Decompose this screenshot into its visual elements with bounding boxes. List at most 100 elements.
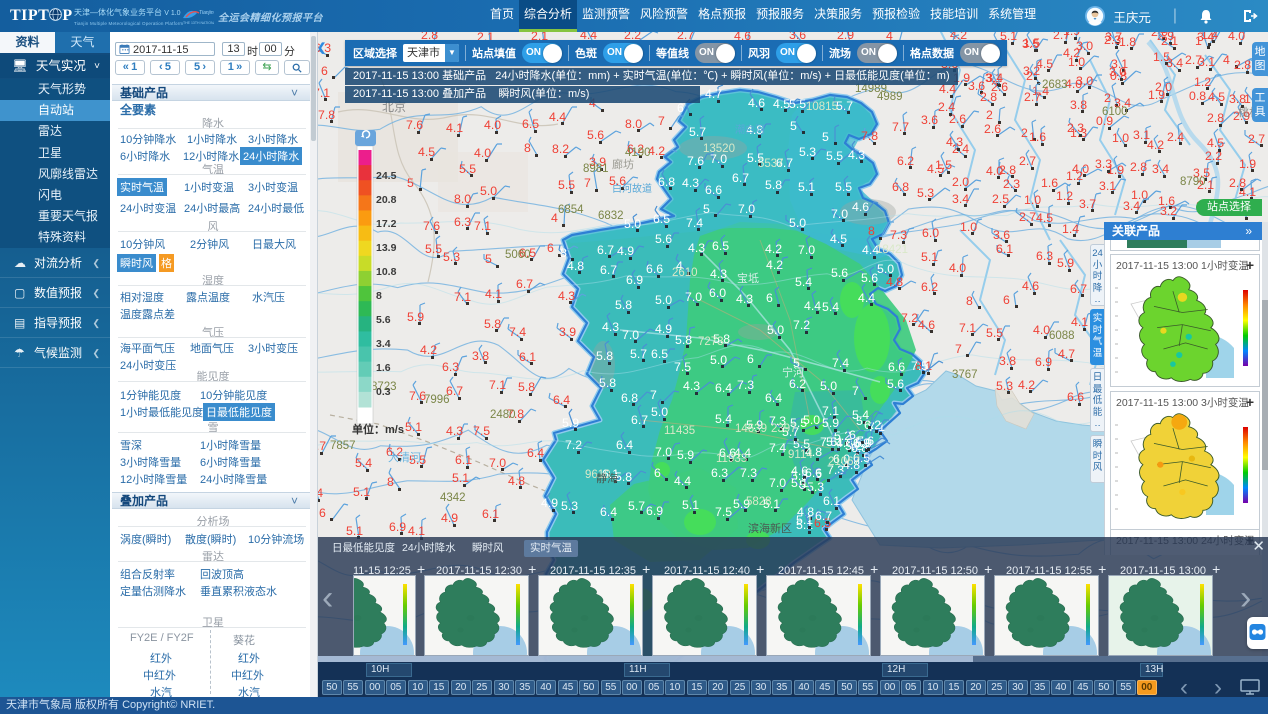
svg-text:5.6: 5.6 <box>887 377 904 391</box>
svg-text:6.3: 6.3 <box>454 215 471 229</box>
svg-text:6088: 6088 <box>1049 330 1075 342</box>
svg-text:17.2: 17.2 <box>376 218 397 230</box>
svg-text:3.4: 3.4 <box>1166 56 1183 70</box>
svg-text:4.5: 4.5 <box>418 145 435 159</box>
svg-text:5.0: 5.0 <box>624 217 641 231</box>
svg-text:6.5: 6.5 <box>712 239 729 253</box>
svg-text:5.1: 5.1 <box>682 498 699 512</box>
svg-text:5.0: 5.0 <box>767 323 784 337</box>
svg-text:14639: 14639 <box>735 423 767 435</box>
svg-text:7.1: 7.1 <box>959 321 976 335</box>
svg-text:6.8: 6.8 <box>658 175 675 189</box>
svg-text:6.1: 6.1 <box>519 350 536 364</box>
svg-text:5.5: 5.5 <box>558 178 575 192</box>
svg-text:6100: 6100 <box>1102 106 1128 118</box>
svg-text:5.1: 5.1 <box>798 180 815 194</box>
svg-text:6.3: 6.3 <box>442 360 459 374</box>
svg-text:7: 7 <box>658 114 665 128</box>
svg-text:4.0: 4.0 <box>949 261 966 275</box>
svg-text:滨海新区: 滨海新区 <box>748 521 792 535</box>
svg-text:4.0: 4.0 <box>986 164 1003 178</box>
svg-text:6.9: 6.9 <box>389 520 406 534</box>
svg-text:6.7: 6.7 <box>516 277 533 291</box>
svg-text:18421: 18421 <box>876 244 908 256</box>
svg-text:5.0: 5.0 <box>820 379 837 393</box>
svg-text:11933: 11933 <box>716 453 747 465</box>
svg-text:THE 13TH NATIONAL GAMES: THE 13TH NATIONAL GAMES <box>183 21 214 25</box>
svg-text:7: 7 <box>584 176 591 190</box>
svg-text:4.1: 4.1 <box>446 121 463 135</box>
svg-text:6: 6 <box>766 291 773 305</box>
svg-text:6.3: 6.3 <box>1036 249 1053 263</box>
svg-text:4.0: 4.0 <box>484 118 501 132</box>
svg-text:7.8: 7.8 <box>318 108 335 122</box>
svg-text:5: 5 <box>790 119 797 133</box>
svg-text:5.5: 5.5 <box>835 180 852 194</box>
svg-text:6.7: 6.7 <box>815 509 832 523</box>
svg-text:2683: 2683 <box>1042 79 1068 91</box>
svg-text:6.6: 6.6 <box>888 360 905 374</box>
svg-text:7.5: 7.5 <box>911 359 928 373</box>
svg-text:6.1: 6.1 <box>482 507 499 521</box>
svg-text:5.9: 5.9 <box>677 448 694 462</box>
svg-text:3.4: 3.4 <box>986 71 1003 85</box>
svg-text:8: 8 <box>560 246 567 260</box>
svg-text:1.9: 1.9 <box>1063 32 1080 38</box>
svg-text:5.9: 5.9 <box>855 436 872 450</box>
svg-text:5.8: 5.8 <box>484 317 501 331</box>
svg-text:4.1: 4.1 <box>408 524 425 538</box>
svg-text:4.4: 4.4 <box>804 299 821 313</box>
svg-text:6.7: 6.7 <box>600 263 617 277</box>
svg-text:6: 6 <box>747 352 754 366</box>
svg-text:2.8: 2.8 <box>1229 176 1246 190</box>
svg-text:4.3: 4.3 <box>682 176 699 190</box>
svg-text:5.9: 5.9 <box>822 416 839 430</box>
svg-text:4.4: 4.4 <box>858 291 875 305</box>
svg-text:2.7: 2.7 <box>1024 90 1041 104</box>
svg-text:6.2: 6.2 <box>897 154 914 168</box>
svg-text:6.4: 6.4 <box>616 438 633 452</box>
svg-text:4.4: 4.4 <box>674 474 691 488</box>
svg-text:2: 2 <box>1104 91 1111 105</box>
svg-text:4.3: 4.3 <box>683 379 700 393</box>
svg-text:5.1: 5.1 <box>921 250 938 264</box>
svg-text:7.8: 7.8 <box>861 129 878 143</box>
svg-text:5.8: 5.8 <box>599 376 616 390</box>
svg-text:6.2: 6.2 <box>864 418 881 432</box>
svg-text:6: 6 <box>547 241 554 255</box>
svg-text:1.0: 1.0 <box>960 220 977 234</box>
svg-text:10.8: 10.8 <box>376 266 397 278</box>
svg-text:8: 8 <box>966 294 973 308</box>
svg-text:6832: 6832 <box>598 210 624 222</box>
svg-text:3.0: 3.0 <box>1076 74 1093 88</box>
svg-text:6: 6 <box>1003 293 1010 307</box>
svg-text:6: 6 <box>321 64 328 78</box>
svg-text:6.2: 6.2 <box>789 377 806 391</box>
svg-text:1.0: 1.0 <box>1068 55 1085 69</box>
svg-text:3.1: 3.1 <box>1198 55 1215 69</box>
svg-text:4.3: 4.3 <box>946 135 963 149</box>
svg-text:6.5: 6.5 <box>522 117 539 131</box>
svg-text:21067: 21067 <box>828 456 860 468</box>
svg-text:4.9: 4.9 <box>617 244 634 258</box>
svg-text:7.4: 7.4 <box>686 216 703 230</box>
svg-text:4.2: 4.2 <box>766 258 783 272</box>
svg-text:7857: 7857 <box>330 440 356 452</box>
svg-text:5.1: 5.1 <box>452 471 469 485</box>
svg-text:2.5: 2.5 <box>992 192 1009 206</box>
svg-text:7.4: 7.4 <box>509 325 526 339</box>
svg-text:8.0: 8.0 <box>454 192 471 206</box>
svg-text:7.5: 7.5 <box>674 360 691 374</box>
svg-text:3.4: 3.4 <box>952 192 969 206</box>
svg-text:4.2: 4.2 <box>765 242 782 256</box>
svg-text:6.3: 6.3 <box>711 466 728 480</box>
svg-text:1.8: 1.8 <box>1119 35 1136 49</box>
svg-text:4.6: 4.6 <box>748 96 765 110</box>
svg-text:2.0: 2.0 <box>952 175 969 189</box>
svg-text:2.3: 2.3 <box>1003 177 1020 191</box>
svg-text:5.0: 5.0 <box>877 262 894 276</box>
svg-text:6.5: 6.5 <box>651 347 668 361</box>
svg-text:4.9: 4.9 <box>655 322 672 336</box>
svg-text:13.9: 13.9 <box>376 242 397 254</box>
svg-text:2.8: 2.8 <box>1130 160 1147 174</box>
